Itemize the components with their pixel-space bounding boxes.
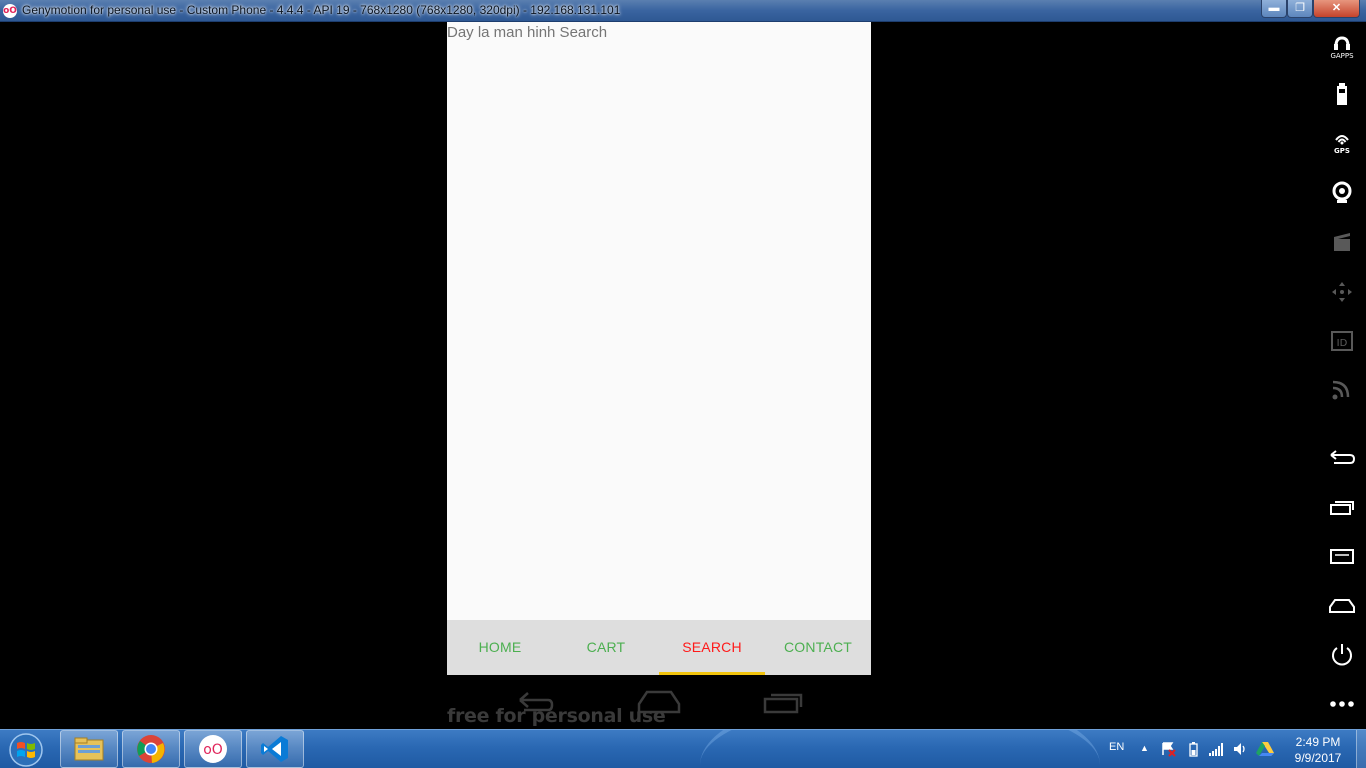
taskbar-visual-studio[interactable] — [246, 730, 304, 768]
recent-apps-icon — [1330, 501, 1354, 515]
visual-studio-icon — [261, 736, 288, 762]
webcam-button[interactable] — [1326, 177, 1358, 209]
bottom-tab-bar: HOME CART SEARCH CONTACT — [447, 620, 871, 675]
rss-icon — [1332, 380, 1350, 400]
rss-button[interactable] — [1326, 374, 1358, 406]
taskbar-genymotion[interactable]: oO — [184, 730, 242, 768]
restore-button[interactable]: ❐ — [1287, 0, 1313, 18]
clock-time[interactable]: 2:49 PM — [1288, 735, 1348, 749]
genymotion-app-icon: oO — [3, 4, 17, 18]
tab-contact[interactable]: CONTACT — [765, 620, 871, 675]
start-button[interactable] — [4, 731, 48, 768]
webcam-icon — [1332, 181, 1352, 203]
id-label: ID — [1337, 338, 1348, 349]
screen-text: Day la man hinh Search — [447, 24, 608, 41]
tab-cart[interactable]: CART — [553, 620, 659, 675]
sidebar-more-button[interactable] — [1326, 688, 1358, 720]
sidebar-back-button[interactable] — [1326, 443, 1358, 475]
minimize-button[interactable]: ▬ — [1261, 0, 1287, 18]
chrome-icon — [137, 735, 165, 763]
show-hidden-icons-button[interactable]: ▲ — [1140, 743, 1149, 753]
battery-button[interactable] — [1326, 79, 1358, 111]
gps-button[interactable]: GPS — [1326, 128, 1358, 160]
phone-screen: Day la man hinh Search HOME CART SEARCH … — [447, 22, 871, 675]
home-icon — [1329, 599, 1355, 613]
window-title-bar[interactable]: oO Genymotion for personal use - Custom … — [0, 0, 1366, 22]
window-title: Genymotion for personal use - Custom Pho… — [22, 3, 621, 17]
more-dots-icon — [1330, 701, 1354, 707]
gapps-button[interactable]: GAPPS — [1326, 30, 1358, 62]
action-center-icon[interactable] — [1160, 741, 1176, 757]
device-id-button[interactable]: ID — [1326, 325, 1358, 357]
sidebar-power-button[interactable] — [1326, 639, 1358, 671]
windows-logo-icon — [9, 732, 43, 767]
tab-label: HOME — [478, 639, 522, 655]
battery-tray-icon[interactable] — [1185, 741, 1201, 757]
clapperboard-icon — [1334, 233, 1350, 251]
android-recent-apps-button[interactable] — [763, 688, 805, 721]
tab-label: CART — [586, 639, 626, 655]
power-icon — [1332, 644, 1352, 666]
close-button[interactable]: ✕ — [1313, 0, 1360, 18]
tab-home[interactable]: HOME — [447, 620, 553, 675]
sidebar-home-button[interactable] — [1326, 590, 1358, 622]
taskbar-chrome[interactable] — [122, 730, 180, 768]
remote-control-button[interactable] — [1326, 276, 1358, 308]
active-tab-indicator — [659, 672, 765, 675]
sidebar-menu-button[interactable] — [1326, 541, 1358, 573]
gps-label: GPS — [1334, 147, 1350, 155]
taskbar-file-explorer[interactable] — [60, 730, 118, 768]
menu-icon — [1330, 549, 1354, 564]
show-desktop-button[interactable] — [1356, 730, 1366, 768]
google-drive-icon[interactable] — [1256, 741, 1274, 757]
genymotion-icon-text: oO — [203, 742, 223, 758]
taskbar: oO EN ▲ 2:49 PM 9/9/2017 — [0, 729, 1366, 768]
move-arrows-icon — [1332, 282, 1352, 302]
gapps-icon: GAPPS — [1330, 36, 1354, 60]
clock-date[interactable]: 9/9/2017 — [1288, 751, 1348, 765]
gps-icon: GPS — [1334, 135, 1350, 155]
volume-icon[interactable] — [1232, 741, 1248, 757]
tab-search[interactable]: SEARCH — [659, 620, 765, 675]
network-signal-icon[interactable] — [1208, 741, 1224, 757]
gapps-label: GAPPS — [1330, 52, 1354, 60]
battery-icon — [1337, 83, 1347, 105]
tab-label: CONTACT — [783, 639, 853, 655]
language-indicator[interactable]: EN — [1109, 741, 1124, 753]
back-arrow-icon — [1330, 450, 1356, 464]
screencast-button[interactable] — [1326, 227, 1358, 259]
tab-label: SEARCH — [682, 639, 742, 655]
id-icon: ID — [1331, 331, 1353, 351]
recent-apps-icon — [763, 693, 803, 714]
folder-icon — [74, 737, 104, 761]
genymotion-icon: oO — [199, 735, 227, 763]
watermark-text: free for personal use — [447, 705, 666, 727]
sidebar-recent-apps-button[interactable] — [1326, 492, 1358, 524]
